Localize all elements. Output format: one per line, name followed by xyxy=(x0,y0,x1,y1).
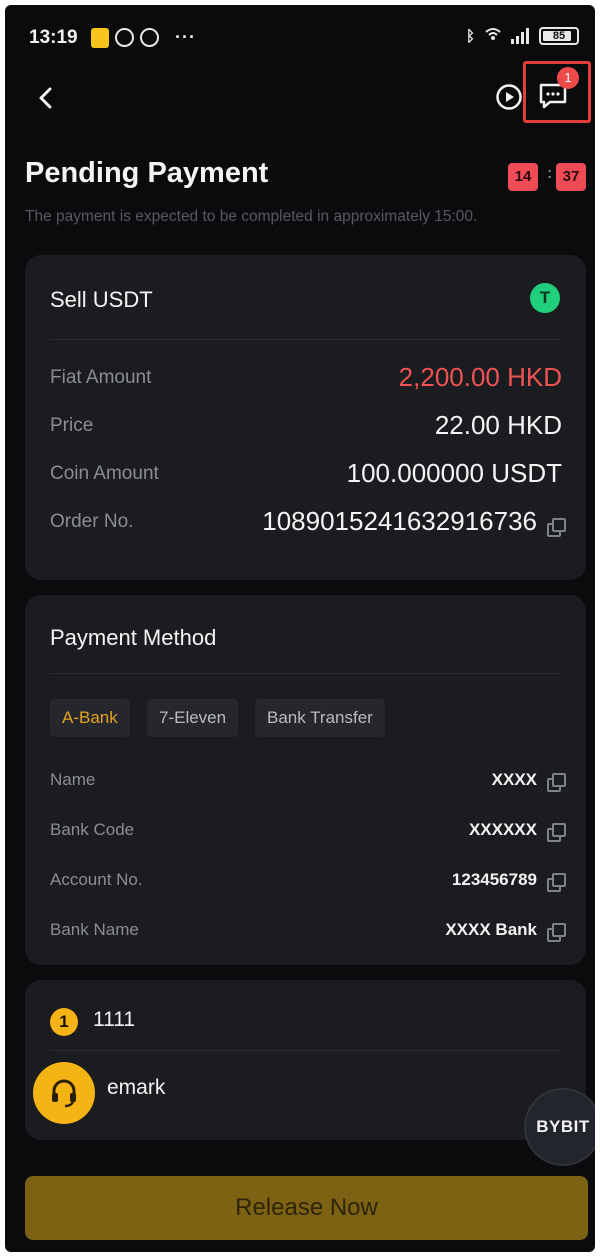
headset-icon xyxy=(52,1079,76,1108)
notification-icons: ··· xyxy=(91,27,196,48)
coin-amount-value: 100.000000 USDT xyxy=(346,458,562,488)
order-summary-card: Sell USDT T Fiat Amount 2,200.00 HKD Pri… xyxy=(25,255,586,580)
timer-minutes: 14 xyxy=(508,163,538,191)
copy-icon[interactable] xyxy=(547,873,566,893)
remark-text: emark xyxy=(107,1076,166,1099)
order-number-value: 1089015241632916736 xyxy=(262,506,537,536)
coin-amount-label: Coin Amount xyxy=(50,463,159,484)
name-row: XXXX xyxy=(491,770,566,793)
phone-screen: 13:19 ··· ᛒ 85 1 Pending Payment 14 : 37… xyxy=(5,5,595,1252)
release-now-button[interactable]: Release Now xyxy=(25,1176,588,1240)
bank-code-row: XXXXXX xyxy=(468,820,566,843)
price-value: 22.00 HKD xyxy=(434,410,562,440)
copy-icon[interactable] xyxy=(547,923,566,943)
name-label: Name xyxy=(50,770,96,789)
customer-support-button[interactable] xyxy=(33,1062,95,1124)
play-video-icon[interactable] xyxy=(495,83,523,111)
step-number-badge: 1 xyxy=(50,1008,78,1036)
bank-code-label: Bank Code xyxy=(50,820,135,839)
copy-icon[interactable] xyxy=(547,823,566,843)
bluetooth-icon: ᛒ xyxy=(465,27,475,45)
chat-unread-badge: 1 xyxy=(557,67,579,89)
tab-bank-transfer[interactable]: Bank Transfer xyxy=(255,699,385,737)
whatsapp-icon xyxy=(140,28,159,47)
terms-card: 1 1111 emark xyxy=(25,980,586,1140)
divider xyxy=(50,673,561,674)
status-time: 13:19 xyxy=(29,27,78,48)
divider xyxy=(50,339,561,340)
more-notifications-icon: ··· xyxy=(175,27,196,47)
battery-icon: 85 xyxy=(539,27,579,45)
wifi-icon xyxy=(485,27,501,45)
whatsapp-icon xyxy=(115,28,134,47)
system-icons: ᛒ 85 xyxy=(466,27,579,45)
account-number-value: 123456789 xyxy=(451,870,537,889)
account-number-row: 123456789 xyxy=(451,870,566,893)
status-bar: 13:19 ··· ᛒ 85 xyxy=(5,5,595,71)
signal-icon xyxy=(511,28,529,44)
bybit-logo: BYBIT xyxy=(536,1117,590,1136)
fiat-amount-value: 2,200.00 HKD xyxy=(398,362,562,392)
back-arrow-icon[interactable] xyxy=(31,81,61,115)
order-number-row: 1089015241632916736 xyxy=(262,506,566,538)
divider xyxy=(50,1050,561,1051)
price-label: Price xyxy=(50,415,94,436)
bybit-logo-button[interactable]: BYBIT xyxy=(524,1088,595,1166)
tab-7-eleven[interactable]: 7-Eleven xyxy=(147,699,239,737)
copy-icon[interactable] xyxy=(547,773,566,793)
account-number-label: Account No. xyxy=(50,870,143,889)
bank-code-value: XXXXXX xyxy=(468,820,537,839)
tab-a-bank[interactable]: A-Bank xyxy=(50,699,130,737)
tether-coin-icon: T xyxy=(530,283,560,313)
bank-name-value: XXXX Bank xyxy=(445,920,537,939)
bank-name-row: XXXX Bank xyxy=(445,920,566,943)
step-text: 1111 xyxy=(93,1008,136,1031)
timer-seconds: 37 xyxy=(556,163,586,191)
payment-deadline-note: The payment is expected to be completed … xyxy=(25,208,478,225)
page-title: Pending Payment xyxy=(25,157,269,189)
name-value: XXXX xyxy=(491,770,537,789)
order-title: Sell USDT xyxy=(50,287,153,312)
order-number-label: Order No. xyxy=(50,511,134,532)
copy-icon[interactable] xyxy=(547,518,566,538)
payment-method-card: Payment Method A-Bank 7-Eleven Bank Tran… xyxy=(25,595,586,965)
bank-name-label: Bank Name xyxy=(50,920,139,939)
timer-separator: : xyxy=(547,165,553,182)
payment-method-title: Payment Method xyxy=(50,625,217,650)
notes-app-icon xyxy=(91,27,109,48)
fiat-amount-label: Fiat Amount xyxy=(50,367,152,388)
